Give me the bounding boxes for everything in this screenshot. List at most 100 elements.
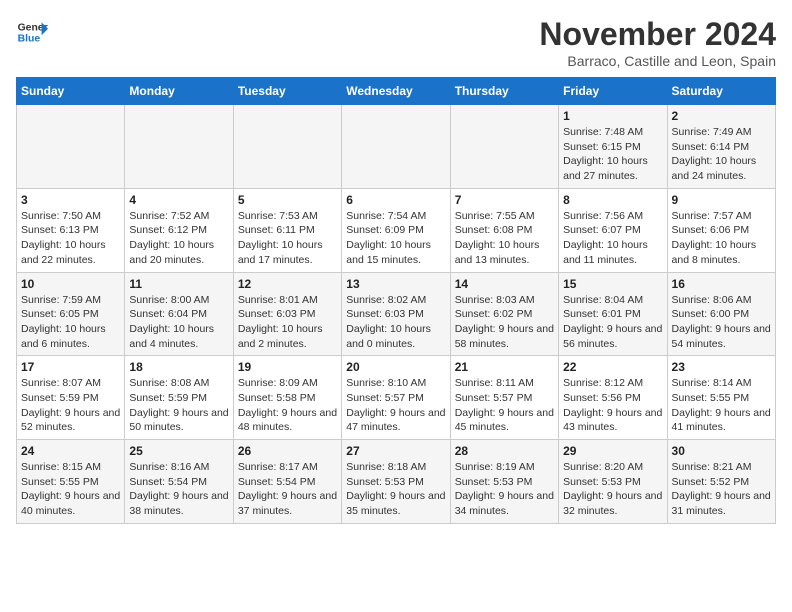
day-info: Sunrise: 8:16 AMSunset: 5:54 PMDaylight:… <box>129 460 228 519</box>
day-cell: 19 Sunrise: 8:09 AMSunset: 5:58 PMDayligh… <box>233 356 341 440</box>
week-row-4: 17 Sunrise: 8:07 AMSunset: 5:59 PMDayligh… <box>17 356 776 440</box>
day-info: Sunrise: 8:01 AMSunset: 6:03 PMDaylight:… <box>238 293 337 352</box>
day-cell: 12 Sunrise: 8:01 AMSunset: 6:03 PMDayligh… <box>233 272 341 356</box>
day-cell: 4Sunrise: 7:52 AMSunset: 6:12 PMDaylight… <box>125 188 233 272</box>
calendar-body: 1 Sunrise: 7:48 AMSunset: 6:15 PMDaylight… <box>17 105 776 524</box>
header-row: SundayMondayTuesdayWednesdayThursdayFrid… <box>17 78 776 105</box>
day-cell: 9 Sunrise: 7:57 AMSunset: 6:06 PMDaylight… <box>667 188 775 272</box>
day-cell <box>450 105 558 189</box>
day-cell <box>125 105 233 189</box>
header-cell-tuesday: Tuesday <box>233 78 341 105</box>
day-info: Sunrise: 8:10 AMSunset: 5:57 PMDaylight:… <box>346 376 445 435</box>
day-info: Sunrise: 7:50 AMSunset: 6:13 PMDaylight:… <box>21 209 120 268</box>
day-cell: 13Sunrise: 8:02 AMSunset: 6:03 PMDayligh… <box>342 272 450 356</box>
title-area: November 2024 Barraco, Castille and Leon… <box>539 16 776 69</box>
day-number: 10 <box>21 277 120 291</box>
week-row-3: 10 Sunrise: 7:59 AMSunset: 6:05 PMDayligh… <box>17 272 776 356</box>
day-number: 9 <box>672 193 771 207</box>
day-cell: 5 Sunrise: 7:53 AMSunset: 6:11 PMDaylight… <box>233 188 341 272</box>
day-number: 30 <box>672 444 771 458</box>
calendar-table: SundayMondayTuesdayWednesdayThursdayFrid… <box>16 77 776 524</box>
day-number: 2 <box>672 109 771 123</box>
header-cell-monday: Monday <box>125 78 233 105</box>
day-number: 5 <box>238 193 337 207</box>
day-info: Sunrise: 7:55 AMSunset: 6:08 PMDaylight:… <box>455 209 554 268</box>
day-cell <box>342 105 450 189</box>
day-info: Sunrise: 7:48 AMSunset: 6:15 PMDaylight:… <box>563 125 662 184</box>
day-info: Sunrise: 8:11 AMSunset: 5:57 PMDaylight:… <box>455 376 554 435</box>
day-info: Sunrise: 7:57 AMSunset: 6:06 PMDaylight:… <box>672 209 771 268</box>
day-cell: 14Sunrise: 8:03 AMSunset: 6:02 PMDayligh… <box>450 272 558 356</box>
day-cell: 29Sunrise: 8:20 AMSunset: 5:53 PMDayligh… <box>559 440 667 524</box>
day-number: 12 <box>238 277 337 291</box>
day-info: Sunrise: 7:56 AMSunset: 6:07 PMDaylight:… <box>563 209 662 268</box>
day-cell <box>233 105 341 189</box>
day-info: Sunrise: 8:00 AMSunset: 6:04 PMDaylight:… <box>129 293 228 352</box>
day-cell <box>17 105 125 189</box>
day-info: Sunrise: 8:07 AMSunset: 5:59 PMDaylight:… <box>21 376 120 435</box>
day-cell: 16 Sunrise: 8:06 AMSunset: 6:00 PMDayligh… <box>667 272 775 356</box>
day-info: Sunrise: 7:53 AMSunset: 6:11 PMDaylight:… <box>238 209 337 268</box>
day-cell: 24 Sunrise: 8:15 AMSunset: 5:55 PMDayligh… <box>17 440 125 524</box>
day-number: 26 <box>238 444 337 458</box>
calendar-header: SundayMondayTuesdayWednesdayThursdayFrid… <box>17 78 776 105</box>
day-cell: 1 Sunrise: 7:48 AMSunset: 6:15 PMDaylight… <box>559 105 667 189</box>
day-info: Sunrise: 8:09 AMSunset: 5:58 PMDaylight:… <box>238 376 337 435</box>
day-info: Sunrise: 8:18 AMSunset: 5:53 PMDaylight:… <box>346 460 445 519</box>
day-cell: 25Sunrise: 8:16 AMSunset: 5:54 PMDayligh… <box>125 440 233 524</box>
day-info: Sunrise: 8:03 AMSunset: 6:02 PMDaylight:… <box>455 293 554 352</box>
header-cell-friday: Friday <box>559 78 667 105</box>
location: Barraco, Castille and Leon, Spain <box>539 53 776 69</box>
day-number: 19 <box>238 360 337 374</box>
week-row-2: 3Sunrise: 7:50 AMSunset: 6:13 PMDaylight… <box>17 188 776 272</box>
day-cell: 30 Sunrise: 8:21 AMSunset: 5:52 PMDayligh… <box>667 440 775 524</box>
day-info: Sunrise: 8:04 AMSunset: 6:01 PMDaylight:… <box>563 293 662 352</box>
day-number: 24 <box>21 444 120 458</box>
day-info: Sunrise: 8:02 AMSunset: 6:03 PMDaylight:… <box>346 293 445 352</box>
day-info: Sunrise: 8:21 AMSunset: 5:52 PMDaylight:… <box>672 460 771 519</box>
day-cell: 21Sunrise: 8:11 AMSunset: 5:57 PMDayligh… <box>450 356 558 440</box>
day-info: Sunrise: 8:17 AMSunset: 5:54 PMDaylight:… <box>238 460 337 519</box>
day-number: 1 <box>563 109 662 123</box>
header-cell-sunday: Sunday <box>17 78 125 105</box>
day-number: 8 <box>563 193 662 207</box>
day-info: Sunrise: 8:15 AMSunset: 5:55 PMDaylight:… <box>21 460 120 519</box>
day-info: Sunrise: 8:12 AMSunset: 5:56 PMDaylight:… <box>563 376 662 435</box>
day-info: Sunrise: 7:59 AMSunset: 6:05 PMDaylight:… <box>21 293 120 352</box>
week-row-5: 24 Sunrise: 8:15 AMSunset: 5:55 PMDayligh… <box>17 440 776 524</box>
logo-icon: General Blue <box>16 16 48 48</box>
day-cell: 23Sunrise: 8:14 AMSunset: 5:55 PMDayligh… <box>667 356 775 440</box>
day-cell: 6Sunrise: 7:54 AMSunset: 6:09 PMDaylight… <box>342 188 450 272</box>
day-number: 11 <box>129 277 228 291</box>
day-cell: 3Sunrise: 7:50 AMSunset: 6:13 PMDaylight… <box>17 188 125 272</box>
day-number: 28 <box>455 444 554 458</box>
day-info: Sunrise: 8:08 AMSunset: 5:59 PMDaylight:… <box>129 376 228 435</box>
day-cell: 27 Sunrise: 8:18 AMSunset: 5:53 PMDayligh… <box>342 440 450 524</box>
day-number: 7 <box>455 193 554 207</box>
day-number: 29 <box>563 444 662 458</box>
day-cell: 11 Sunrise: 8:00 AMSunset: 6:04 PMDayligh… <box>125 272 233 356</box>
week-row-1: 1 Sunrise: 7:48 AMSunset: 6:15 PMDaylight… <box>17 105 776 189</box>
day-cell: 17 Sunrise: 8:07 AMSunset: 5:59 PMDayligh… <box>17 356 125 440</box>
day-info: Sunrise: 8:14 AMSunset: 5:55 PMDaylight:… <box>672 376 771 435</box>
day-info: Sunrise: 7:49 AMSunset: 6:14 PMDaylight:… <box>672 125 771 184</box>
day-number: 22 <box>563 360 662 374</box>
header-cell-thursday: Thursday <box>450 78 558 105</box>
day-number: 17 <box>21 360 120 374</box>
day-info: Sunrise: 7:54 AMSunset: 6:09 PMDaylight:… <box>346 209 445 268</box>
svg-text:Blue: Blue <box>18 34 41 45</box>
day-cell: 7 Sunrise: 7:55 AMSunset: 6:08 PMDaylight… <box>450 188 558 272</box>
day-number: 4 <box>129 193 228 207</box>
day-cell: 26 Sunrise: 8:17 AMSunset: 5:54 PMDayligh… <box>233 440 341 524</box>
day-cell: 18Sunrise: 8:08 AMSunset: 5:59 PMDayligh… <box>125 356 233 440</box>
day-info: Sunrise: 8:06 AMSunset: 6:00 PMDaylight:… <box>672 293 771 352</box>
header: General Blue November 2024 Barraco, Cast… <box>16 16 776 69</box>
day-cell: 2 Sunrise: 7:49 AMSunset: 6:14 PMDaylight… <box>667 105 775 189</box>
day-number: 16 <box>672 277 771 291</box>
day-number: 27 <box>346 444 445 458</box>
logo: General Blue <box>16 16 48 48</box>
day-number: 15 <box>563 277 662 291</box>
day-info: Sunrise: 8:19 AMSunset: 5:53 PMDaylight:… <box>455 460 554 519</box>
day-number: 20 <box>346 360 445 374</box>
day-cell: 10 Sunrise: 7:59 AMSunset: 6:05 PMDayligh… <box>17 272 125 356</box>
